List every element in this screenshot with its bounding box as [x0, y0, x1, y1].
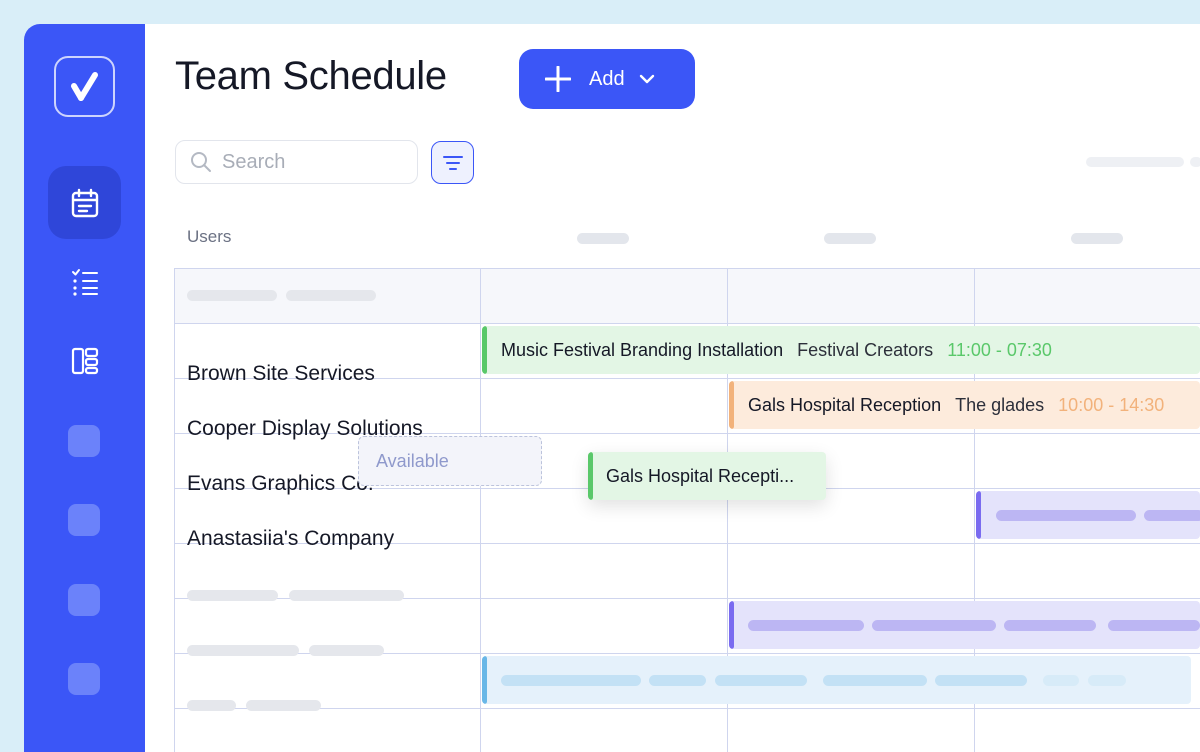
search-icon — [191, 152, 211, 172]
skeleton-text — [289, 590, 404, 601]
date-column-header — [1071, 233, 1123, 244]
users-column-header: Users — [187, 227, 232, 246]
page-title: Team Schedule — [175, 54, 447, 98]
sidebar — [24, 24, 145, 752]
toolbar-skeleton — [1086, 157, 1184, 167]
event-bar[interactable]: Music Festival Branding Installation Fes… — [482, 326, 1200, 374]
available-slot[interactable]: Available — [358, 436, 542, 486]
event-time: 10:00 - 14:30 — [1058, 394, 1165, 415]
dragged-event-title: Gals Hospital Recepti... — [606, 465, 795, 486]
filter-button[interactable] — [431, 141, 474, 184]
search-box[interactable] — [175, 140, 418, 184]
add-button[interactable]: Add — [519, 49, 695, 109]
event-client: Festival Creators — [797, 339, 934, 360]
chevron-down-icon — [639, 74, 654, 84]
user-name[interactable]: Brown Site Services — [187, 362, 375, 386]
app-logo[interactable] — [54, 56, 115, 117]
event-bar-placeholder[interactable] — [976, 491, 1200, 539]
event-accent — [588, 452, 593, 500]
checklist-icon — [71, 268, 98, 296]
skeleton-text — [187, 290, 277, 301]
nav-boards[interactable] — [48, 324, 121, 397]
plus-icon — [545, 66, 571, 92]
date-column-header — [824, 233, 876, 244]
event-bar[interactable]: Gals Hospital Reception The glades 10:00… — [729, 381, 1200, 429]
checkmark-logo-icon — [70, 71, 98, 101]
calendar-icon — [71, 188, 98, 217]
event-client: The glades — [955, 394, 1045, 415]
filter-icon — [442, 155, 463, 170]
user-name[interactable]: Anastasiia's Company — [187, 527, 394, 551]
toolbar-skeleton — [1190, 157, 1200, 167]
event-accent — [729, 381, 734, 429]
skeleton-text — [286, 290, 376, 301]
nav-placeholder-1[interactable] — [68, 425, 100, 457]
board-layout-icon — [71, 347, 98, 374]
skeleton-text — [246, 700, 321, 711]
nav-placeholder-2[interactable] — [68, 504, 100, 536]
nav-tasks[interactable] — [48, 245, 121, 318]
skeleton-text — [187, 700, 236, 711]
event-time: 11:00 - 07:30 — [947, 339, 1052, 360]
nav-placeholder-4[interactable] — [68, 663, 100, 695]
event-title: Gals Hospital Reception — [748, 394, 942, 415]
event-title: Music Festival Branding Installation — [501, 339, 784, 360]
search-input[interactable] — [222, 150, 402, 174]
event-bar-placeholder[interactable] — [729, 601, 1200, 649]
date-column-header — [577, 233, 629, 244]
user-name[interactable]: Evans Graphics Co. — [187, 472, 374, 496]
event-accent — [482, 326, 487, 374]
skeleton-text — [187, 645, 299, 656]
nav-calendar[interactable] — [48, 166, 121, 239]
nav-placeholder-3[interactable] — [68, 584, 100, 616]
dragged-event-card[interactable]: Gals Hospital Recepti... — [588, 452, 826, 500]
app-window: Team Schedule Add Users — [24, 24, 1200, 752]
skeleton-text — [187, 590, 278, 601]
add-button-label: Add — [589, 67, 625, 90]
skeleton-text — [309, 645, 384, 656]
event-bar-placeholder[interactable] — [482, 656, 1191, 704]
